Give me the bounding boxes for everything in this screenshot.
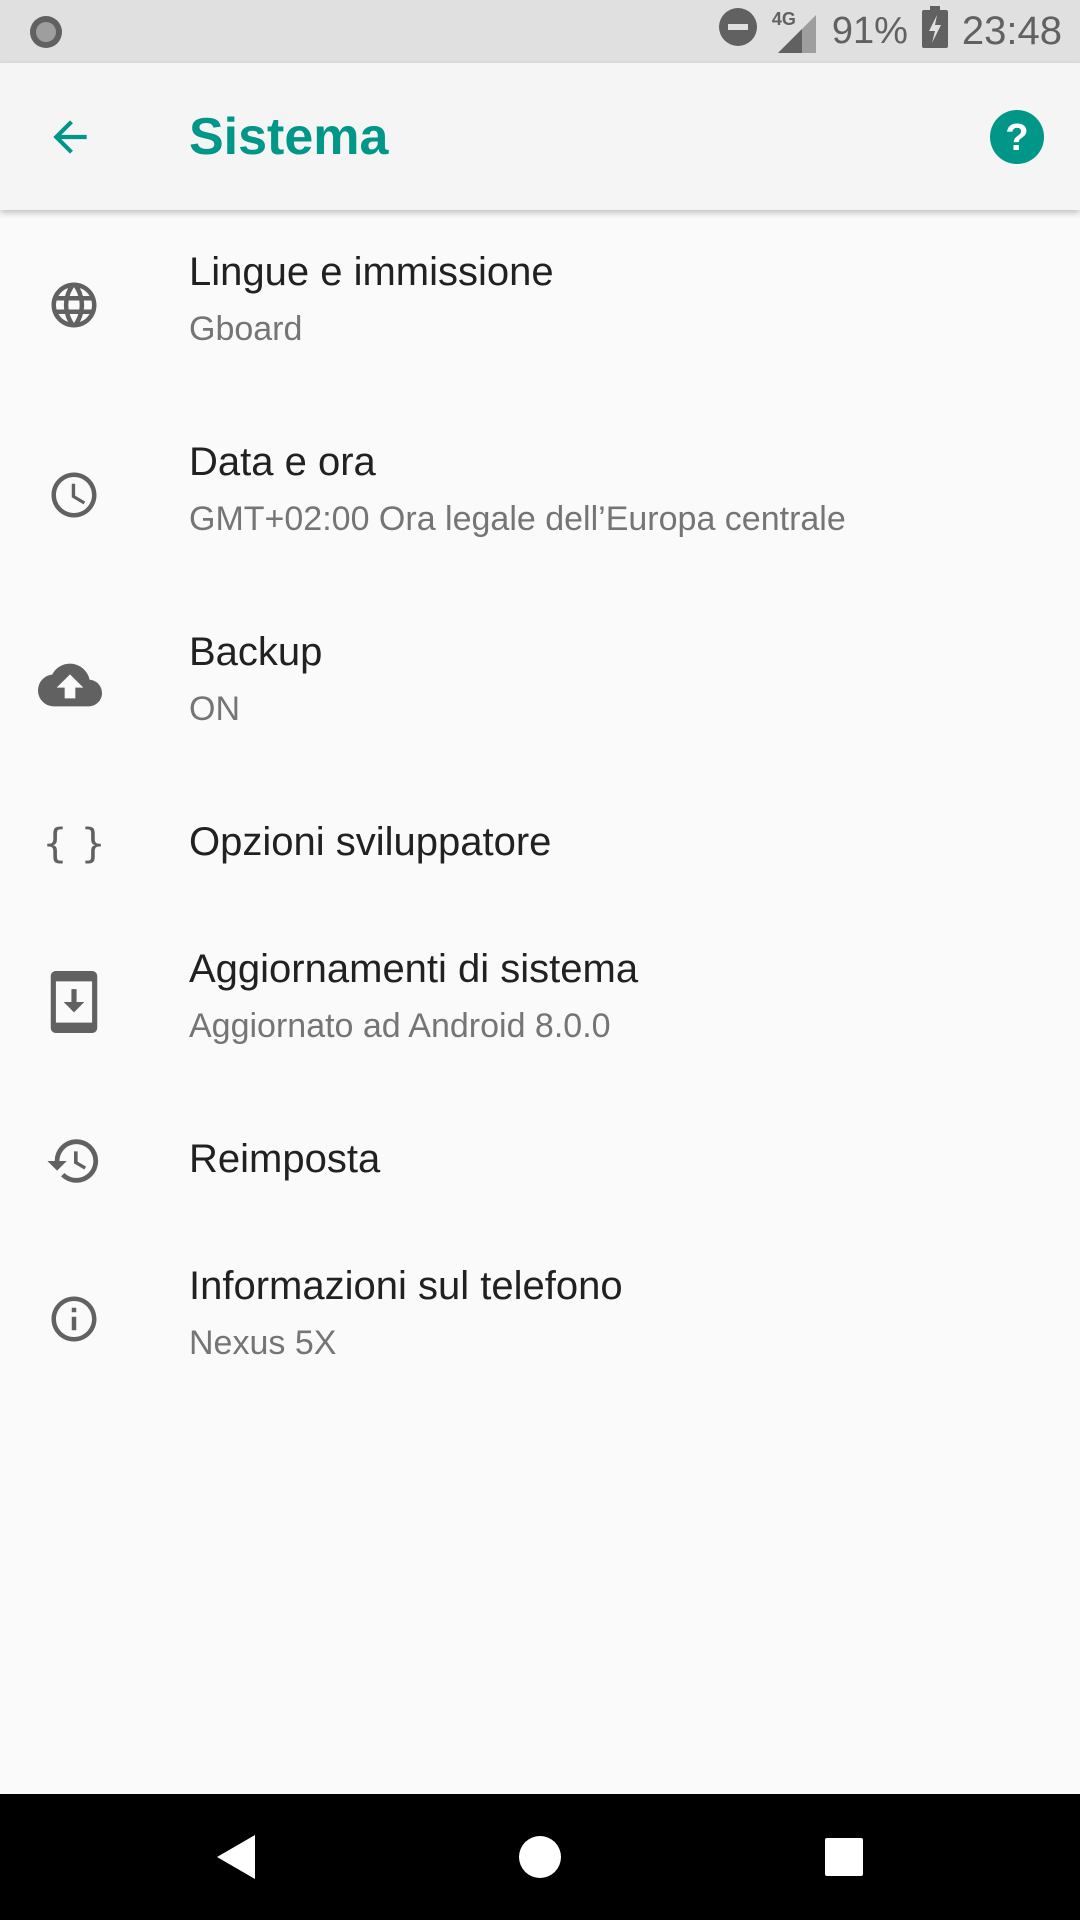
setting-about-phone[interactable]: Informazioni sul telefono Nexus 5X: [0, 1224, 1080, 1414]
nav-recents-button[interactable]: [811, 1824, 877, 1890]
braces-icon: { }: [42, 821, 106, 867]
recents-square-icon: [825, 1838, 863, 1876]
battery-percent: 91%: [831, 10, 908, 52]
home-circle-icon: [519, 1836, 561, 1878]
setting-title: Informazioni sul telefono: [189, 1264, 623, 1308]
help-icon: ?: [990, 110, 1044, 164]
signal-icon: 4G: [772, 9, 818, 55]
back-triangle-icon: [217, 1835, 255, 1879]
setting-subtitle: Gboard: [189, 310, 303, 348]
setting-title: Aggiornamenti di sistema: [189, 947, 639, 991]
setting-title: Lingue e immissione: [189, 250, 554, 294]
app-bar: Sistema ?: [0, 63, 1080, 210]
globe-icon: [42, 273, 106, 337]
setting-reset[interactable]: Reimposta: [0, 1097, 1080, 1224]
settings-list: Lingue e immissione Gboard Data e ora GM…: [0, 210, 1080, 1414]
setting-system-updates[interactable]: Aggiornamenti di sistema Aggiornato ad A…: [0, 907, 1080, 1097]
cloud-upload-icon: [38, 653, 102, 717]
setting-subtitle: ON: [189, 690, 240, 728]
status-bar: 4G 91% 23:48: [0, 0, 1080, 63]
status-icons: 4G 91% 23:48: [718, 0, 1062, 63]
back-button[interactable]: [40, 107, 100, 167]
nav-home-button[interactable]: [507, 1824, 573, 1890]
setting-languages[interactable]: Lingue e immissione Gboard: [0, 210, 1080, 400]
clock-icon: [42, 463, 106, 527]
setting-subtitle: Nexus 5X: [189, 1324, 337, 1362]
clock: 23:48: [961, 9, 1062, 53]
navigation-bar: [0, 1794, 1080, 1920]
setting-subtitle: GMT+02:00 Ora legale dell’Europa central…: [189, 500, 846, 538]
setting-title: Backup: [189, 630, 323, 674]
info-icon: [42, 1287, 106, 1351]
setting-date-time[interactable]: Data e ora GMT+02:00 Ora legale dell’Eur…: [0, 400, 1080, 590]
help-button[interactable]: ?: [989, 109, 1045, 165]
setting-developer-options[interactable]: { } Opzioni sviluppatore: [0, 780, 1080, 907]
do-not-disturb-icon: [718, 7, 758, 57]
system-update-icon: [42, 970, 106, 1034]
history-icon: [42, 1129, 106, 1193]
svg-text:?: ?: [1005, 117, 1028, 159]
page-title: Sistema: [189, 108, 389, 166]
setting-title: Opzioni sviluppatore: [189, 820, 552, 864]
nav-back-button[interactable]: [204, 1824, 270, 1890]
notification-dot-icon: [28, 14, 64, 50]
setting-title: Data e ora: [189, 440, 376, 484]
arrow-back-icon: [53, 120, 87, 154]
setting-subtitle: Aggiornato ad Android 8.0.0: [189, 1007, 611, 1045]
setting-backup[interactable]: Backup ON: [0, 590, 1080, 780]
setting-title: Reimposta: [189, 1137, 381, 1181]
battery-charging-icon: [921, 5, 948, 58]
